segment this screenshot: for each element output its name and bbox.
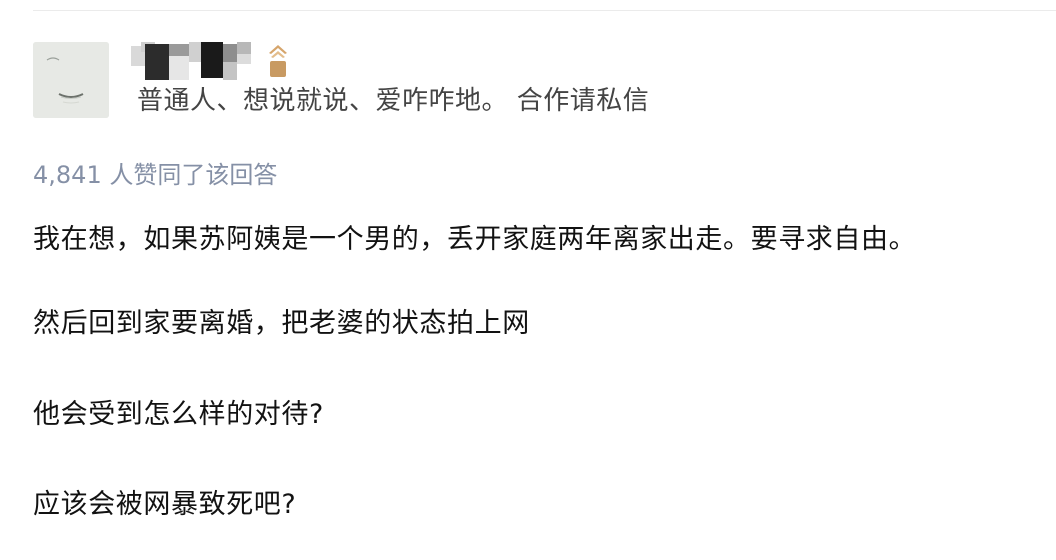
answer-paragraph: 我在想，如果苏阿姨是一个男的，丢开家庭两年离家出走。要寻求自由。 bbox=[33, 224, 917, 255]
creator-badge-icon[interactable] bbox=[265, 43, 291, 79]
mosaic-block bbox=[237, 42, 251, 54]
answer-card: 普通人、想说就说、爱咋咋地。 合作请私信 4,841 人赞同了该回答 我在想，如… bbox=[0, 0, 1056, 560]
answer-paragraph: 然后回到家要离婚，把老婆的状态拍上网 bbox=[33, 308, 530, 339]
author-bio: 普通人、想说就说、爱咋咋地。 合作请私信 bbox=[137, 86, 650, 116]
mosaic-block bbox=[223, 62, 237, 80]
author-name-obscured[interactable] bbox=[131, 42, 371, 80]
mosaic-block bbox=[145, 44, 169, 80]
author-info: 普通人、想说就说、爱咋咋地。 合作请私信 bbox=[33, 42, 1033, 122]
avatar[interactable] bbox=[33, 42, 109, 118]
mosaic-block bbox=[169, 44, 189, 56]
mosaic-block bbox=[237, 54, 251, 64]
answer-paragraph: 应该会被网暴致死吧? bbox=[33, 489, 297, 520]
top-divider bbox=[33, 10, 1056, 11]
mosaic-block bbox=[223, 44, 237, 62]
answer-paragraph: 他会受到怎么样的对待? bbox=[33, 399, 324, 430]
vote-count: 4,841 人赞同了该回答 bbox=[33, 161, 278, 189]
mosaic-block bbox=[189, 42, 201, 62]
mosaic-block bbox=[169, 56, 189, 80]
avatar-image bbox=[33, 42, 109, 118]
mosaic-block bbox=[201, 42, 223, 78]
